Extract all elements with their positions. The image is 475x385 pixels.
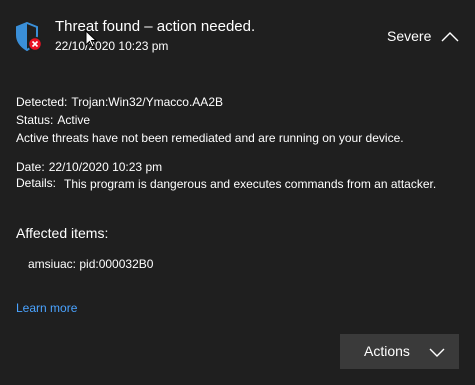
details-label: Details: xyxy=(16,176,57,190)
details-row: Details: This program is dangerous and e… xyxy=(16,176,446,193)
chevron-up-icon[interactable] xyxy=(438,27,462,47)
detected-row: Detected: Trojan:Win32/Ymacco.AA2B xyxy=(16,95,223,109)
threat-header[interactable]: Threat found – action needed. 22/10/2020… xyxy=(0,0,475,72)
shield-error-icon xyxy=(15,21,43,52)
details-value: This program is dangerous and executes c… xyxy=(64,177,437,191)
affected-item: amsiuac: pid:000032B0 xyxy=(28,257,154,271)
status-label: Status: xyxy=(16,113,54,127)
affected-items-heading: Affected items: xyxy=(16,225,109,241)
status-row: Status: Active xyxy=(16,113,90,127)
learn-more-link[interactable]: Learn more xyxy=(16,301,77,315)
mouse-pointer-icon xyxy=(85,29,99,50)
status-message: Active threats have not been remediated … xyxy=(16,131,404,145)
severity-label: Severe xyxy=(387,28,432,44)
date-value: 22/10/2020 10:23 pm xyxy=(48,160,163,174)
actions-dropdown-button[interactable]: Actions xyxy=(340,334,459,369)
actions-label: Actions xyxy=(364,343,410,359)
detected-label: Detected: xyxy=(16,95,68,109)
chevron-down-icon xyxy=(428,345,446,357)
threat-timestamp: 22/10/2020 10:23 pm xyxy=(55,39,169,53)
date-label: Date: xyxy=(16,160,45,174)
date-row: Date: 22/10/2020 10:23 pm xyxy=(16,160,162,174)
detected-value: Trojan:Win32/Ymacco.AA2B xyxy=(71,95,223,109)
status-value: Active xyxy=(57,113,91,127)
threat-notification-panel: Threat found – action needed. 22/10/2020… xyxy=(0,0,475,385)
